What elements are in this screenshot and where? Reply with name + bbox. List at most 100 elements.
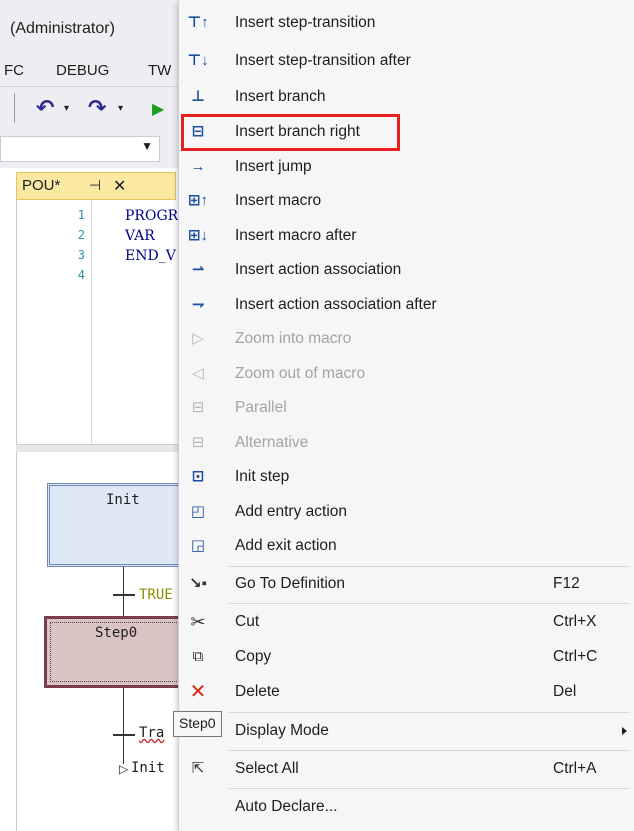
go-to-definition-icon: ↘▪ xyxy=(189,575,207,592)
menu-item-shortcut: Del xyxy=(553,683,577,700)
line-number: 1 xyxy=(77,208,85,222)
insert-macro-after-icon: ⊞↓ xyxy=(187,227,209,244)
redo-icon[interactable]: ↷ xyxy=(88,95,106,121)
menu-item-insert-macro[interactable]: ⊞↑ Insert macro xyxy=(179,184,634,218)
menu-item-label: Add exit action xyxy=(235,537,337,554)
toolbar-combo[interactable]: ▼ xyxy=(0,136,160,162)
menu-item-label: Go To Definition xyxy=(235,575,345,592)
tooltip: Step0 xyxy=(173,711,222,737)
menu-item-label: Insert step-transition after xyxy=(235,52,411,69)
menu-item-add-entry-action[interactable]: ◰ Add entry action xyxy=(179,495,634,529)
init-step-icon: ⊡ xyxy=(191,468,205,485)
parallel-icon: ⊟ xyxy=(191,399,205,416)
sfc-connector xyxy=(123,567,124,616)
sfc-transition-bar[interactable] xyxy=(113,734,135,736)
line-number: 4 xyxy=(77,268,85,282)
select-all-icon: ⇱ xyxy=(191,760,205,777)
menu-item-insert-branch[interactable]: ⊥ Insert branch xyxy=(179,80,634,114)
insert-action-association-after-icon: ⇁ xyxy=(191,296,205,313)
zoom-into-macro-icon: ▷ xyxy=(192,330,204,347)
transition-label: TRUE xyxy=(139,587,173,603)
delete-icon: ✕ xyxy=(189,681,207,703)
line-gutter: 1 2 3 4 xyxy=(17,200,92,444)
submenu-arrow-icon xyxy=(622,727,627,735)
menu-item-insert-action-association-after[interactable]: ⇁ Insert action association after xyxy=(179,288,634,322)
menu-item-label: Copy xyxy=(235,648,272,665)
menu-item-label: Display Mode xyxy=(235,722,329,739)
menu-item-label: Add entry action xyxy=(235,503,348,520)
menu-item-shortcut: Ctrl+X xyxy=(553,613,597,630)
menu-item-cut[interactable]: ✂ Cut Ctrl+X xyxy=(179,605,634,639)
menu-item-label: Insert step-transition xyxy=(235,14,376,31)
menu-item-insert-macro-after[interactable]: ⊞↓ Insert macro after xyxy=(179,219,634,253)
tab-pou[interactable]: POU* ⊣ ✕ xyxy=(16,172,176,200)
chevron-down-icon: ▼ xyxy=(141,139,153,153)
menu-item-label: Zoom out of macro xyxy=(235,365,366,382)
menu-item-shortcut: Ctrl+C xyxy=(553,648,598,665)
scissors-icon: ✂ xyxy=(190,612,206,632)
undo-icon[interactable]: ↶ xyxy=(36,95,54,121)
menu-fc[interactable]: FC xyxy=(4,62,24,79)
menu-separator xyxy=(229,712,629,713)
menu-item-delete[interactable]: ✕ Delete Del xyxy=(179,675,634,709)
menu-item-copy[interactable]: ⧉ Copy Ctrl+C xyxy=(179,640,634,674)
line-number: 3 xyxy=(77,248,85,262)
menu-item-label: Insert macro xyxy=(235,192,322,209)
menu-item-add-exit-action[interactable]: ◲ Add exit action xyxy=(179,529,634,563)
menu-item-insert-step-transition[interactable]: ⊤↑ Insert step-transition xyxy=(179,6,634,40)
menu-item-parallel: ⊟ Parallel xyxy=(179,391,634,425)
copy-icon: ⧉ xyxy=(192,648,204,665)
menu-item-label: Zoom into macro xyxy=(235,330,352,347)
insert-action-association-icon: ⇀ xyxy=(191,261,205,278)
tab-pou-label: POU* xyxy=(22,177,61,194)
run-icon[interactable]: ▶ xyxy=(152,99,164,119)
undo-dropdown-icon[interactable]: ▾ xyxy=(64,103,69,114)
jump-arrow-icon: ▷ xyxy=(119,762,129,776)
menu-debug[interactable]: DEBUG xyxy=(56,62,109,79)
menu-item-label: Parallel xyxy=(235,399,287,416)
step-name: Init xyxy=(106,492,140,508)
code-line: PROGR xyxy=(125,208,179,224)
alternative-icon: ⊟ xyxy=(191,434,205,451)
jump-target-label: Init xyxy=(131,760,165,776)
sfc-connector xyxy=(123,688,124,764)
insert-jump-icon: → xyxy=(190,158,206,175)
menu-item-select-all[interactable]: ⇱ Select All Ctrl+A xyxy=(179,752,634,786)
highlight-box xyxy=(181,114,400,151)
menu-item-shortcut: Ctrl+A xyxy=(553,760,597,777)
menu-item-auto-declare[interactable]: Auto Declare... xyxy=(179,790,634,824)
menu-item-zoom-out-of-macro: ◁ Zoom out of macro xyxy=(179,357,634,391)
insert-step-transition-icon: ⊤↑ xyxy=(187,14,209,31)
insert-step-transition-after-icon: ⊤↓ xyxy=(187,52,209,69)
step-name: Step0 xyxy=(95,625,138,641)
redo-dropdown-icon[interactable]: ▾ xyxy=(118,103,123,114)
menu-item-label: Select All xyxy=(235,760,299,777)
menu-separator xyxy=(229,603,629,604)
menu-item-label: Insert branch xyxy=(235,88,326,105)
menu-separator xyxy=(229,750,629,751)
menu-item-display-mode[interactable]: Display Mode xyxy=(179,714,634,748)
sfc-transition-bar[interactable] xyxy=(113,594,135,596)
menu-item-shortcut: F12 xyxy=(553,575,580,592)
code-line: END_V xyxy=(125,248,176,264)
insert-macro-icon: ⊞↑ xyxy=(187,192,209,209)
menu-item-insert-jump[interactable]: → Insert jump xyxy=(179,150,634,184)
menu-item-label: Init step xyxy=(235,468,290,485)
line-number: 2 xyxy=(77,228,85,242)
menu-item-label: Delete xyxy=(235,683,280,700)
menu-item-go-to-definition[interactable]: ↘▪ Go To Definition F12 xyxy=(179,567,634,601)
menu-item-label: Auto Declare... xyxy=(235,798,338,815)
menu-item-init-step[interactable]: ⊡ Init step xyxy=(179,460,634,494)
code-line: VAR xyxy=(125,228,155,244)
menu-item-label: Insert macro after xyxy=(235,227,357,244)
menu-item-insert-step-transition-after[interactable]: ⊤↓ Insert step-transition after xyxy=(179,44,634,78)
menu-tw[interactable]: TW xyxy=(148,62,171,79)
add-entry-action-icon: ◰ xyxy=(190,503,206,520)
window-title: (Administrator) xyxy=(10,20,115,37)
add-exit-action-icon: ◲ xyxy=(190,537,206,554)
pin-icon[interactable]: ⊣ xyxy=(89,177,101,194)
menu-item-insert-action-association[interactable]: ⇀ Insert action association xyxy=(179,253,634,287)
menu-item-zoom-into-macro: ▷ Zoom into macro xyxy=(179,322,634,356)
transition-label: Tra xyxy=(139,725,165,741)
close-icon[interactable]: ✕ xyxy=(113,176,126,196)
